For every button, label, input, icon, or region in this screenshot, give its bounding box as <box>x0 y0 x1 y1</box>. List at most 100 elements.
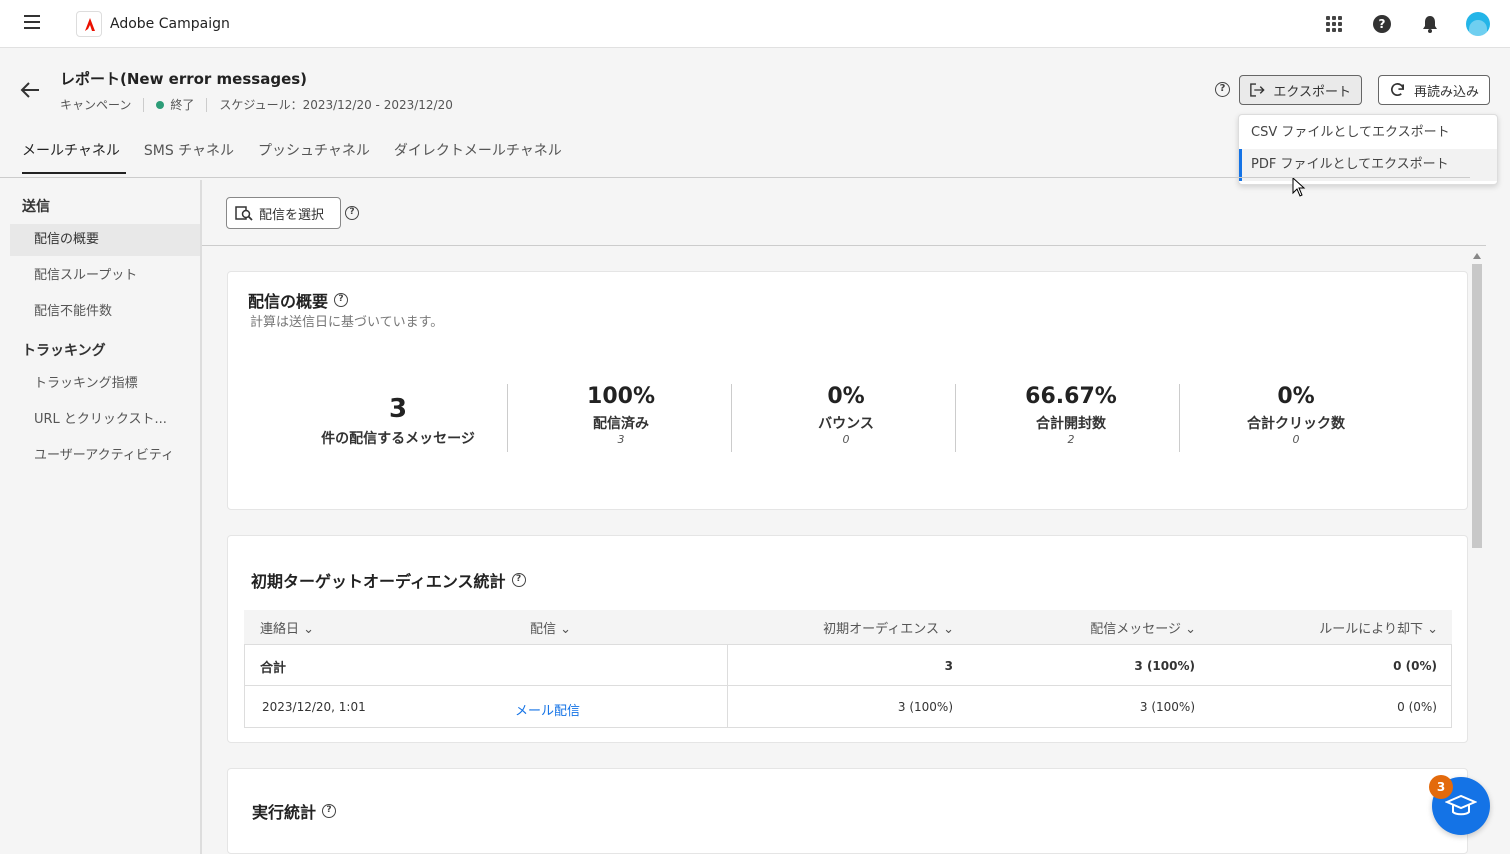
cell-rejected: 0 (0%) <box>1397 700 1437 714</box>
toolbar-divider <box>202 245 1486 246</box>
mouse-cursor-icon <box>1292 176 1306 197</box>
sidebar-item-delivery-summary[interactable]: 配信の概要 <box>10 224 200 256</box>
kpi-divider <box>507 384 508 452</box>
cell-initial: 3 (100%) <box>897 700 953 714</box>
column-header-delivered[interactable]: 配信メッセージ ⌄ <box>1090 618 1196 637</box>
help-circle-icon[interactable]: ? <box>345 206 359 220</box>
delivery-summary-card: 配信の概要 ? 計算は送信日に基づいています。 3 件の配信するメッセージ 10… <box>227 271 1468 510</box>
sidebar-item-throughput[interactable]: 配信スループット <box>10 260 200 292</box>
reload-button[interactable]: 再読み込み <box>1378 75 1490 105</box>
export-button[interactable]: エクスポート <box>1239 75 1362 105</box>
audience-table: 連絡日 ⌄ 配信 ⌄ 初期オーディエンス ⌄ 配信メッセージ ⌄ ルールにより却… <box>244 610 1452 728</box>
column-label: 配信 <box>530 621 557 637</box>
total-label: 合計 <box>260 661 287 676</box>
sidebar-section-sending: 送信 <box>22 199 50 215</box>
kpi-value: 100% <box>587 384 655 409</box>
cell-date: 2023/12/20, 1:01 <box>262 700 366 714</box>
divider <box>206 97 208 112</box>
sidebar: 送信 配信の概要 配信スループット 配信不能件数 トラッキング トラッキング指標… <box>0 180 202 854</box>
notification-bell-icon[interactable] <box>1422 15 1438 33</box>
delivery-link[interactable]: メール配信 <box>515 700 580 719</box>
table-header: 連絡日 ⌄ 配信 ⌄ 初期オーディエンス ⌄ 配信メッセージ ⌄ ルールにより却… <box>244 610 1452 644</box>
refresh-icon <box>1391 83 1405 97</box>
kpi-label: 合計開封数 <box>1036 416 1106 432</box>
column-header-date[interactable]: 連絡日 ⌄ <box>260 618 314 637</box>
page-title: レポート(New error messages) <box>60 70 308 88</box>
sidebar-section-tracking: トラッキング <box>22 343 106 359</box>
graduation-cap-icon <box>1445 794 1477 816</box>
tab-sms[interactable]: SMS チャネル <box>144 140 234 174</box>
sidebar-item-tracking-metrics[interactable]: トラッキング指標 <box>10 368 200 400</box>
scrollbar-thumb[interactable] <box>1472 264 1482 548</box>
execution-stats-card: 実行統計 ? <box>227 768 1468 854</box>
column-label: ルールにより却下 <box>1319 621 1423 637</box>
help-circle-icon[interactable]: ? <box>322 804 337 818</box>
card-title: 配信の概要 <box>248 292 329 311</box>
column-header-delivery[interactable]: 配信 ⌄ <box>530 618 571 637</box>
help-circle-icon[interactable]: ? <box>334 293 349 307</box>
total-delivered: 3 (100%) <box>1134 659 1195 673</box>
column-label: 連絡日 <box>260 621 300 637</box>
audience-stats-card: 初期ターゲットオーディエンス統計 ? 連絡日 ⌄ 配信 ⌄ 初期オーディエンス … <box>227 535 1468 743</box>
column-divider <box>727 645 728 685</box>
cell-delivered: 3 (100%) <box>1139 700 1195 714</box>
column-label: 初期オーディエンス <box>823 621 939 637</box>
sidebar-item-url-clicks[interactable]: URL とクリックスト... <box>10 404 200 436</box>
select-delivery-button[interactable]: 配信を選択 <box>226 197 341 229</box>
total-rejected: 0 (0%) <box>1393 659 1437 673</box>
kpi-opens: 66.67% 合計開封数 2 <box>961 384 1181 454</box>
kpi-divider <box>1179 384 1180 452</box>
kpi-count: 0 <box>842 433 850 446</box>
page-meta: キャンペーン 終了 スケジュール：2023/12/20 - 2023/12/20 <box>60 96 453 113</box>
kpi-value: 66.67% <box>1025 384 1117 409</box>
tab-email[interactable]: メールチャネル <box>22 140 126 174</box>
back-arrow-icon[interactable] <box>20 80 40 105</box>
kpi-count: 2 <box>1067 433 1075 446</box>
apps-grid-icon[interactable] <box>1326 16 1342 32</box>
reload-label: 再読み込み <box>1413 84 1479 100</box>
search-file-icon <box>235 206 253 221</box>
table-row: 2023/12/20, 1:01 メール配信 3 (100%) 3 (100%)… <box>244 686 1452 728</box>
help-circle-icon[interactable]: ? <box>1215 82 1230 97</box>
status-badge: 終了 <box>170 98 195 112</box>
export-label: エクスポート <box>1273 84 1351 100</box>
column-header-rejected[interactable]: ルールにより却下 ⌄ <box>1319 618 1438 637</box>
notification-count-badge: 3 <box>1429 775 1453 799</box>
export-menu: CSV ファイルとしてエクスポート PDF ファイルとしてエクスポート <box>1238 114 1498 185</box>
schedule-text: スケジュール：2023/12/20 - 2023/12/20 <box>219 98 453 112</box>
app-name[interactable]: Adobe Campaign <box>110 16 230 32</box>
tabs-divider <box>0 177 1470 178</box>
channel-tabs: メールチャネル SMS チャネル プッシュチャネル ダイレクトメールチャネル <box>22 140 562 174</box>
hamburger-menu-icon[interactable] <box>24 15 40 29</box>
column-divider <box>727 686 728 727</box>
sidebar-item-bounces[interactable]: 配信不能件数 <box>10 296 200 328</box>
kpi-value: 3 <box>388 394 408 424</box>
breadcrumb[interactable]: キャンペーン <box>60 96 131 113</box>
column-header-initial[interactable]: 初期オーディエンス ⌄ <box>823 618 954 637</box>
kpi-count: 0 <box>1292 433 1300 446</box>
tab-direct-mail[interactable]: ダイレクトメールチャネル <box>394 140 562 174</box>
tab-push[interactable]: プッシュチャネル <box>258 140 370 174</box>
user-avatar[interactable] <box>1466 12 1490 36</box>
menu-item-export-csv[interactable]: CSV ファイルとしてエクスポート <box>1239 117 1497 149</box>
card-title: 実行統計 <box>252 803 317 822</box>
status-dot-icon <box>156 100 165 109</box>
kpi-messages: 3 件の配信するメッセージ <box>288 394 508 464</box>
adobe-logo-icon[interactable] <box>76 11 102 37</box>
sidebar-item-user-activity[interactable]: ユーザーアクティビティ <box>10 440 200 472</box>
scrollbar[interactable] <box>1470 248 1484 854</box>
help-circle-icon[interactable]: ? <box>511 573 526 587</box>
kpi-label: 件の配信するメッセージ <box>321 431 475 447</box>
export-icon <box>1250 83 1265 97</box>
kpi-value: 0% <box>1277 384 1315 409</box>
help-icon[interactable]: ? <box>1373 15 1391 33</box>
select-delivery-label: 配信を選択 <box>259 207 325 223</box>
card-subtitle: 計算は送信日に基づいています。 <box>250 315 444 330</box>
kpi-value: 0% <box>827 384 865 409</box>
kpi-label: バウンス <box>818 416 874 432</box>
kpi-divider <box>955 384 956 452</box>
card-title: 初期ターゲットオーディエンス統計 <box>251 572 506 591</box>
total-initial: 3 <box>944 659 953 673</box>
kpi-clicks: 0% 合計クリック数 0 <box>1186 384 1406 454</box>
divider <box>143 97 145 112</box>
